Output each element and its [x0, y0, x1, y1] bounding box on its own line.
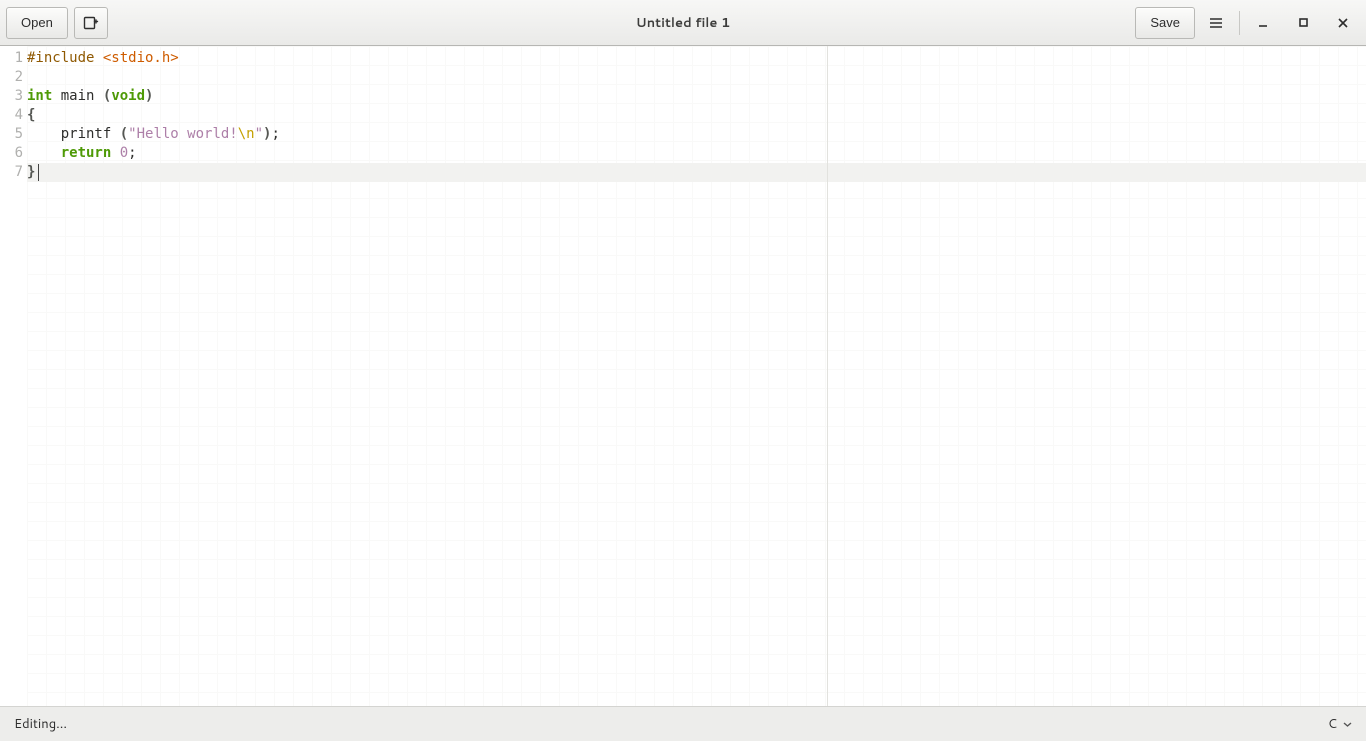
text-cursor	[38, 164, 39, 181]
code-line[interactable]: return 0;	[27, 144, 1366, 163]
code-line[interactable]: }	[27, 163, 1366, 182]
minimize-button[interactable]	[1246, 7, 1280, 39]
save-button[interactable]: Save	[1135, 7, 1195, 39]
status-message: Editing...	[14, 715, 67, 733]
editor-area[interactable]: 1234567 #include <stdio.h> int main (void…	[0, 46, 1366, 706]
line-number: 6	[0, 144, 24, 163]
hamburger-icon	[1208, 15, 1224, 31]
maximize-button[interactable]	[1286, 7, 1320, 39]
open-button[interactable]: Open	[6, 7, 68, 39]
close-button[interactable]	[1326, 7, 1360, 39]
titlebar: Open Untitled file 1 Save	[0, 0, 1366, 46]
code-content[interactable]: #include <stdio.h> int main (void){ print…	[27, 49, 1366, 182]
new-tab-button[interactable]	[74, 7, 108, 39]
line-number: 5	[0, 125, 24, 144]
line-number: 1	[0, 49, 24, 68]
line-number-gutter: 1234567	[0, 46, 24, 182]
language-selector[interactable]: C	[1328, 715, 1352, 733]
new-tab-icon	[83, 15, 99, 31]
code-line[interactable]: #include <stdio.h>	[27, 49, 1366, 68]
minimize-icon	[1257, 17, 1269, 29]
line-number: 4	[0, 106, 24, 125]
code-line[interactable]: {	[27, 106, 1366, 125]
hamburger-menu-button[interactable]	[1199, 7, 1233, 39]
chevron-down-icon	[1343, 720, 1352, 729]
code-line[interactable]: int main (void)	[27, 87, 1366, 106]
separator	[1239, 11, 1240, 35]
line-number: 3	[0, 87, 24, 106]
close-icon	[1337, 17, 1349, 29]
language-label: C	[1328, 715, 1337, 733]
code-line[interactable]	[27, 68, 1366, 87]
status-bar: Editing... C	[0, 706, 1366, 741]
line-number: 2	[0, 68, 24, 87]
code-line[interactable]: printf ("Hello world!\n");	[27, 125, 1366, 144]
maximize-icon	[1298, 17, 1309, 28]
line-number: 7	[0, 163, 24, 182]
